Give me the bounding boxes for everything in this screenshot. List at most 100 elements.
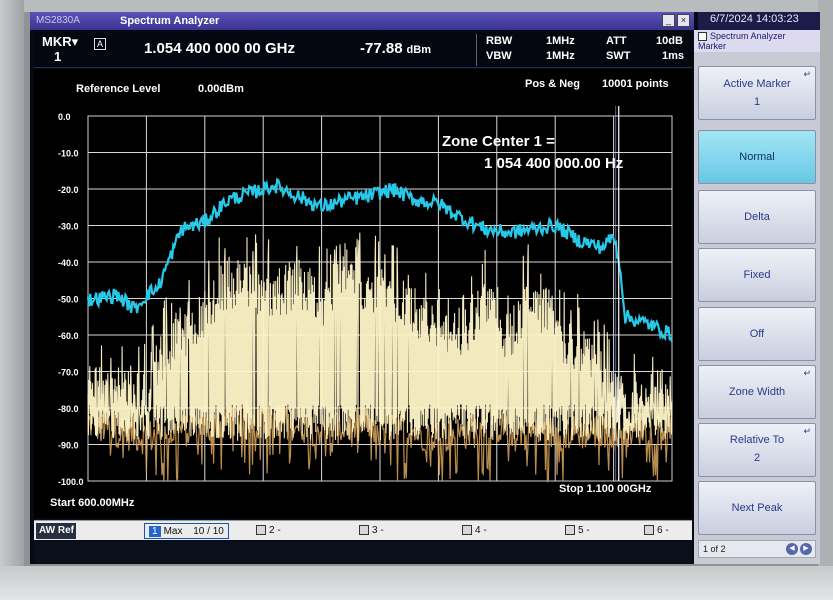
submenu-arrow-icon: ↵ <box>803 426 811 436</box>
bezel-bottom <box>0 566 833 600</box>
trace-1-count: 10 / 10 <box>193 526 224 537</box>
soft-key-subtitle: Marker <box>698 41 727 52</box>
trace-icon <box>565 525 575 536</box>
measurement-header: MKR▾ 1 A 1.054 400 000 00 GHz -77.88 dBm … <box>34 32 692 68</box>
y-tick-label: -20.0 <box>58 185 79 195</box>
bottom-strip <box>34 541 692 563</box>
page-number: 1 of 2 <box>703 544 726 554</box>
menu-icon <box>698 32 707 42</box>
marker-level-value: -77.88 <box>360 40 403 57</box>
softkey-label: Delta <box>744 211 770 223</box>
page-navigation: ◀ ▶ <box>786 543 812 555</box>
y-tick-label: -60.0 <box>58 331 79 341</box>
softkey-label: Next Peak <box>731 502 783 514</box>
y-tick-label: -80.0 <box>58 404 79 414</box>
y-tick-label: -70.0 <box>58 368 79 378</box>
status-tag: AW Ref <box>36 523 76 539</box>
y-tick-label: -30.0 <box>58 222 79 232</box>
trace-3-status[interactable]: 3 - <box>359 523 384 539</box>
trace-status-bar: AW Ref 1 Max 10 / 10 2 - 3 - 4 - 5 - 6 - <box>34 520 692 540</box>
swt-label: SWT <box>606 50 631 62</box>
y-tick-label: 0.0 <box>58 112 71 122</box>
marker-frequency: 1.054 400 000 00 GHz <box>144 40 295 57</box>
softkey-label: Normal <box>739 151 775 163</box>
softkey-value: 1 <box>753 96 761 108</box>
trace-icon <box>256 525 266 536</box>
zone-center-label: Zone Center 1 = <box>442 133 555 150</box>
soft-key-page-indicator: 1 of 2 ◀ ▶ <box>698 540 816 558</box>
softkey-label: Active Marker <box>723 78 791 90</box>
softkey-label: Zone Width <box>728 386 786 398</box>
submenu-arrow-icon: ↵ <box>803 69 811 79</box>
softkey-delta[interactable]: Delta <box>698 190 816 244</box>
marker-dropdown-icon: ▾ <box>71 34 79 49</box>
softkey-next-peak[interactable]: Next Peak <box>698 481 816 535</box>
y-tick-label: -100.0 <box>58 477 84 487</box>
soft-key-title: Spectrum Analyzer <box>710 31 786 41</box>
y-tick-label: -40.0 <box>58 258 79 268</box>
softkey-active-marker[interactable]: ↵ Active Marker 1 <box>698 66 816 120</box>
trace-icon <box>462 525 472 536</box>
softkey-relative-to[interactable]: ↵ Relative To 2 <box>698 423 816 477</box>
trace-icon <box>644 525 654 536</box>
rbw-label: RBW <box>486 35 513 47</box>
y-tick-label: -10.0 <box>58 149 79 159</box>
soft-key-header: Spectrum Analyzer Marker <box>694 30 820 52</box>
rbw-value[interactable]: 1MHz <box>546 35 575 47</box>
marker-indicator[interactable]: MKR▾ 1 <box>42 34 78 64</box>
soft-key-panel: Spectrum Analyzer Marker ↵ Active Marker… <box>694 30 820 564</box>
att-label: ATT <box>606 35 627 47</box>
marker-level-unit: dBm <box>406 44 431 56</box>
softkey-value: 2 <box>753 452 761 464</box>
bezel-right <box>818 0 833 600</box>
next-page-icon[interactable]: ▶ <box>800 543 812 555</box>
softkey-off[interactable]: Off <box>698 307 816 361</box>
app-title: Spectrum Analyzer <box>120 15 220 27</box>
trace-3-label: 3 - <box>372 525 384 536</box>
softkey-label: Off <box>749 328 765 340</box>
marker-level: -77.88 dBm <box>360 40 431 57</box>
bezel-top <box>0 0 833 12</box>
trace-2-label: 2 - <box>269 525 281 536</box>
trace-5-label: 5 - <box>578 525 590 536</box>
softkey-fixed[interactable]: Fixed <box>698 248 816 302</box>
start-frequency: Start 600.00MHz <box>50 497 135 509</box>
window-controls: _ × <box>662 14 690 27</box>
att-value[interactable]: 10dB <box>656 35 683 47</box>
trace-1-number: 1 <box>149 526 161 537</box>
analyzer-screen: MS2830A Spectrum Analyzer _ × 6/7/2024 1… <box>30 12 820 564</box>
softkey-normal[interactable]: Normal <box>698 130 816 184</box>
header-divider <box>476 34 477 66</box>
vbw-value[interactable]: 1MHz <box>546 50 575 62</box>
marker-label: MKR <box>42 34 72 49</box>
close-button[interactable]: × <box>677 14 690 27</box>
spectrum-graph[interactable]: Reference Level 0.00dBm Pos & Neg 10001 … <box>34 69 692 518</box>
zone-center-value: 1 054 400 000.00 Hz <box>484 155 623 172</box>
trace-5-status[interactable]: 5 - <box>565 523 590 539</box>
trace-6-status[interactable]: 6 - <box>644 523 669 539</box>
y-tick-label: -50.0 <box>58 295 79 305</box>
spectrum-plot: 0.0 -10.0 -20.0 -30.0 -40.0 -50.0 -60.0 -70.0 -8… <box>58 106 674 487</box>
swt-value[interactable]: 1ms <box>662 50 684 62</box>
submenu-arrow-icon: ↵ <box>803 368 811 378</box>
title-bar: MS2830A Spectrum Analyzer _ × <box>30 12 694 30</box>
stop-frequency: Stop 1.100 00GHz <box>559 483 652 495</box>
softkey-label: Relative To <box>729 434 785 446</box>
trace-4-label: 4 - <box>475 525 487 536</box>
model-name: MS2830A <box>36 15 80 26</box>
bezel-left <box>0 0 24 600</box>
softkey-zone-width[interactable]: ↵ Zone Width <box>698 365 816 419</box>
vbw-label: VBW <box>486 50 512 62</box>
trace-2-status[interactable]: 2 - <box>256 523 281 539</box>
datetime-display: 6/7/2024 14:03:23 <box>698 12 820 30</box>
previous-page-icon[interactable]: ◀ <box>786 543 798 555</box>
trace-1-label: Max <box>163 526 183 537</box>
marker-mode-badge: A <box>94 38 106 50</box>
y-tick-label: -90.0 <box>58 441 79 451</box>
trace-icon <box>359 525 369 536</box>
minimize-button[interactable]: _ <box>662 14 675 27</box>
marker-number: 1 <box>54 49 62 64</box>
trace-1-status[interactable]: 1 Max 10 / 10 <box>144 523 229 539</box>
softkey-label: Fixed <box>743 269 771 281</box>
trace-4-status[interactable]: 4 - <box>462 523 487 539</box>
